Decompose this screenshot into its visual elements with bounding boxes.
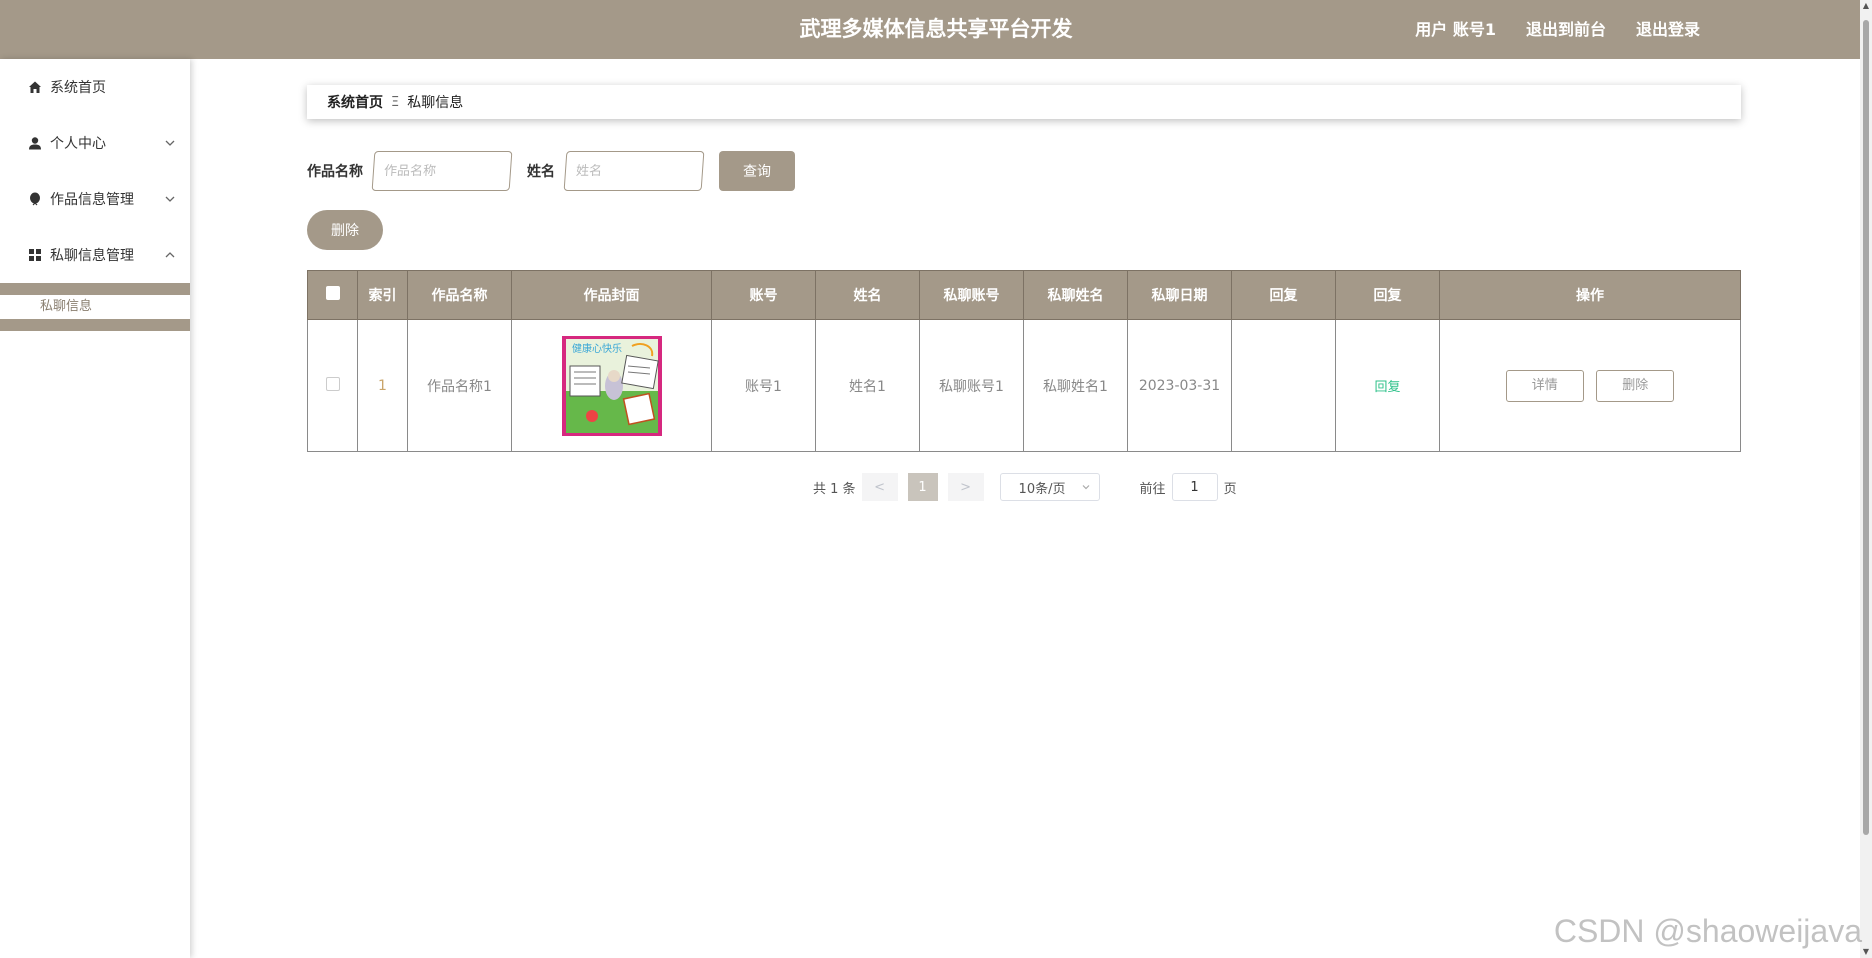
- header-nav: 用户 账号1 退出到前台 退出登录: [1415, 0, 1700, 59]
- breadcrumb-separator-icon: Ξ: [391, 94, 400, 110]
- submenu-divider: [0, 319, 190, 331]
- row-checkbox[interactable]: [325, 376, 340, 391]
- row-account: 账号1: [711, 319, 816, 452]
- goto-label: 前往: [1139, 481, 1166, 497]
- sidebar-item-personal-center[interactable]: 个人中心: [0, 115, 190, 171]
- exit-to-front-link[interactable]: 退出到前台: [1526, 0, 1606, 59]
- row-reply-cell: 回复: [1335, 319, 1440, 452]
- table-row: 1 作品名称1 健康心快乐 账号1 姓名1 私聊账号1 私聊姓名1 2023-0…: [307, 319, 1741, 452]
- bulk-delete-button[interactable]: 删除: [307, 210, 383, 250]
- work-name-label: 作品名称: [307, 164, 363, 180]
- work-name-input[interactable]: [371, 151, 513, 191]
- sidebar-item-label: 系统首页: [50, 80, 106, 96]
- goto-page-input[interactable]: [1171, 473, 1218, 501]
- detail-button[interactable]: 详情: [1505, 369, 1584, 402]
- grid-icon: [28, 248, 42, 262]
- sidebar-item-label: 私聊信息管理: [50, 248, 134, 264]
- svg-text:健康心快乐: 健康心快乐: [572, 342, 622, 355]
- name-input[interactable]: [563, 151, 705, 191]
- submenu-divider: [0, 283, 190, 295]
- table-header-row: 索引 作品名称 作品封面 账号 姓名 私聊账号 私聊姓名 私聊日期 回复 回复 …: [307, 270, 1741, 320]
- home-icon: [28, 80, 42, 94]
- sidebar-item-chat-management[interactable]: 私聊信息管理: [0, 227, 190, 283]
- row-actions: 详情 删除: [1439, 319, 1741, 452]
- pagination-goto: 前往 页: [1140, 473, 1237, 501]
- next-page-button[interactable]: >: [947, 473, 984, 501]
- chevron-up-icon: [165, 252, 175, 258]
- chevron-down-icon: [165, 196, 175, 202]
- column-header: 操作: [1439, 270, 1741, 320]
- name-label: 姓名: [527, 164, 555, 180]
- column-header: 账号: [711, 270, 816, 320]
- logout-link[interactable]: 退出登录: [1636, 0, 1700, 59]
- user-icon: [28, 136, 42, 150]
- column-header: 回复: [1335, 270, 1440, 320]
- search-button[interactable]: 查询: [719, 151, 795, 191]
- page-size-value: 10条/页: [1018, 481, 1066, 497]
- breadcrumb: 系统首页 Ξ 私聊信息: [307, 85, 1741, 119]
- row-cover-cell: 健康心快乐: [511, 319, 712, 452]
- submenu-item-chat-info[interactable]: 私聊信息: [0, 295, 190, 319]
- breadcrumb-home[interactable]: 系统首页: [327, 92, 383, 112]
- column-header: 索引: [357, 270, 408, 320]
- chevron-down-icon: [165, 140, 175, 146]
- column-header: 私聊账号: [919, 270, 1024, 320]
- breadcrumb-current: 私聊信息: [407, 95, 464, 111]
- column-header: 姓名: [815, 270, 920, 320]
- column-header: 私聊姓名: [1023, 270, 1128, 320]
- search-bar: 作品名称 姓名 查询: [307, 151, 795, 191]
- sidebar-item-home[interactable]: 系统首页: [0, 59, 190, 115]
- row-delete-button[interactable]: 删除: [1596, 369, 1675, 402]
- chevron-down-icon: [1082, 485, 1089, 490]
- column-header: 回复: [1231, 270, 1336, 320]
- column-header: 作品名称: [407, 270, 512, 320]
- row-chat-name: 私聊姓名1: [1023, 319, 1128, 452]
- user-account-link[interactable]: 用户 账号1: [1415, 0, 1496, 59]
- work-cover-image: 健康心快乐: [561, 335, 662, 436]
- row-reply-content: [1231, 319, 1336, 452]
- chat-table: 索引 作品名称 作品封面 账号 姓名 私聊账号 私聊姓名 私聊日期 回复 回复 …: [307, 270, 1741, 452]
- scroll-down-icon[interactable]: ▼: [1862, 948, 1870, 956]
- sidebar: 系统首页 个人中心 作品信息管理 私聊信息管理 私聊信息: [0, 59, 190, 958]
- scrollbar-thumb[interactable]: [1863, 20, 1869, 835]
- page-number-current[interactable]: 1: [907, 473, 938, 501]
- pagination: 共 1 条 < 1 > 10条/页 前往 页: [813, 473, 1237, 501]
- sidebar-item-label: 个人中心: [50, 136, 106, 152]
- column-header: 私聊日期: [1127, 270, 1232, 320]
- row-select-cell[interactable]: [307, 319, 358, 452]
- top-header: 武理多媒体信息共享平台开发 用户 账号1 退出到前台 退出登录: [0, 0, 1860, 59]
- row-index: 1: [357, 319, 408, 452]
- row-work-name: 作品名称1: [407, 319, 512, 452]
- sidebar-item-label: 作品信息管理: [50, 192, 134, 208]
- page-size-select[interactable]: 10条/页: [999, 473, 1100, 501]
- prev-page-button[interactable]: <: [861, 473, 898, 501]
- balloon-icon: [28, 192, 42, 206]
- select-all-checkbox[interactable]: [325, 286, 340, 300]
- scroll-up-icon[interactable]: ▲: [1862, 2, 1870, 10]
- column-header: 作品封面: [511, 270, 712, 320]
- row-chat-account: 私聊账号1: [919, 319, 1024, 452]
- pagination-total: 共 1 条: [813, 481, 856, 497]
- row-name: 姓名1: [815, 319, 920, 452]
- reply-link[interactable]: 回复: [1374, 380, 1400, 395]
- watermark: CSDN @shaoweijava: [1553, 913, 1862, 949]
- page-suffix-label: 页: [1223, 481, 1237, 497]
- row-chat-date: 2023-03-31: [1127, 319, 1232, 452]
- select-all-header[interactable]: [307, 270, 358, 320]
- main-content: 系统首页 Ξ 私聊信息 作品名称 姓名 查询 删除 索引 作品名称 作品封面 账…: [190, 59, 1860, 958]
- sidebar-item-works-management[interactable]: 作品信息管理: [0, 171, 190, 227]
- page-scrollbar[interactable]: ▲ ▼: [1860, 0, 1872, 958]
